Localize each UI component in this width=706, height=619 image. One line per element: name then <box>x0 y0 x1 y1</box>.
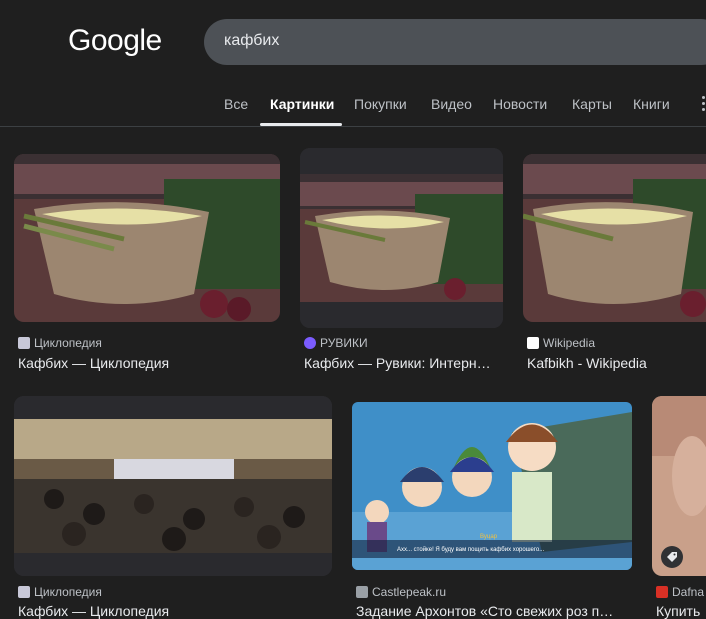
result-title[interactable]: Кафбих — Рувики: Интерн… <box>304 355 504 371</box>
tab-videos[interactable]: Видео <box>431 96 472 112</box>
result-thumbnail[interactable] <box>300 148 503 328</box>
tab-books[interactable]: Книги <box>633 96 670 112</box>
kafbikh-bowl-image <box>14 154 280 322</box>
tab-all[interactable]: Все <box>224 96 248 112</box>
site-favicon-icon <box>656 586 668 598</box>
result-title[interactable]: Кафбих — Циклопедия <box>18 355 278 371</box>
kafbikh-bowl-image <box>523 154 706 322</box>
site-favicon-icon <box>18 337 30 349</box>
result-thumbnail[interactable]: Вуцар Ахх... стойке! Я буду вам пощить к… <box>352 402 632 570</box>
result-source[interactable]: РУВИКИ <box>320 336 368 350</box>
wikipedia-icon <box>527 337 539 349</box>
game-speaker-text: Вуцар <box>480 534 498 540</box>
search-tabs: Все Картинки Покупки Видео Новости Карты… <box>0 86 706 126</box>
result-thumbnail[interactable] <box>523 154 706 322</box>
game-dialogue-text: Ахх... стойке! Я буду вам пощить кафбих … <box>397 546 545 553</box>
kafbikh-bowl-image <box>300 148 503 328</box>
search-input[interactable]: кафбих <box>224 32 279 50</box>
result-thumbnail[interactable] <box>14 154 280 322</box>
tab-maps[interactable]: Карты <box>572 96 612 112</box>
tab-news[interactable]: Новости <box>493 96 547 112</box>
result-source[interactable]: Dafna <box>672 585 704 599</box>
site-favicon-icon <box>304 337 316 349</box>
result-source[interactable]: Циклопедия <box>34 336 102 350</box>
result-source[interactable]: Циклопедия <box>34 585 102 599</box>
google-logo[interactable]: Google <box>68 24 162 58</box>
site-favicon-icon <box>356 586 368 598</box>
result-source[interactable]: Wikipedia <box>543 336 595 350</box>
search-box[interactable]: кафбих <box>204 19 706 65</box>
tab-images[interactable]: Картинки <box>270 96 334 112</box>
site-favicon-icon <box>18 586 30 598</box>
game-screenshot-image: Вуцар Ахх... стойке! Я буду вам пощить к… <box>352 402 632 570</box>
tab-shopping[interactable]: Покупки <box>354 96 407 112</box>
result-thumbnail[interactable] <box>14 396 332 576</box>
crowd-gathering-image <box>14 396 332 576</box>
shopping-tag-icon <box>661 546 683 568</box>
more-menu-icon[interactable] <box>702 96 706 112</box>
result-source[interactable]: Castlepeak.ru <box>372 585 446 599</box>
result-title[interactable]: Kafbikh - Wikipedia <box>527 355 706 371</box>
tabs-divider <box>0 126 706 127</box>
